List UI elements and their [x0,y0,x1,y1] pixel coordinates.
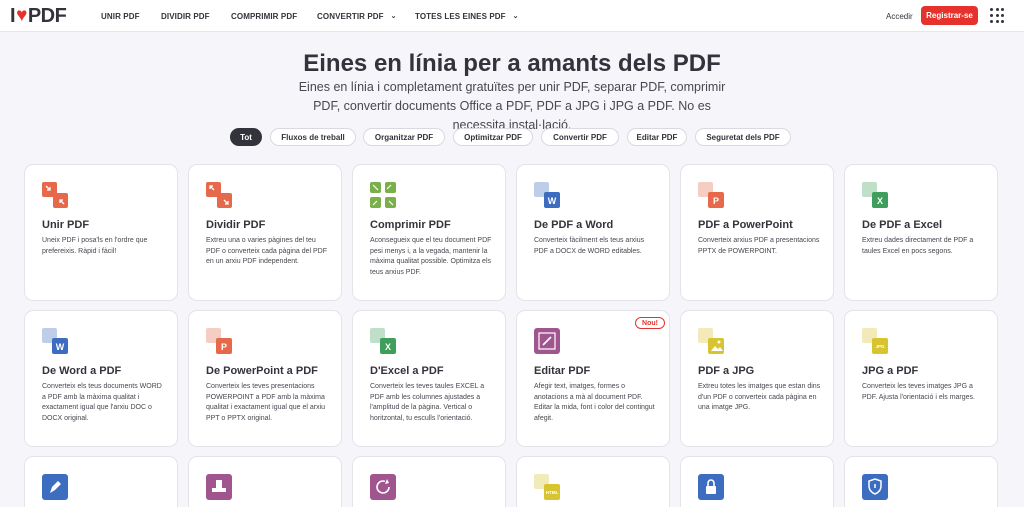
html-to-pdf-icon: HTML [533,473,561,501]
tool-card[interactable] [680,456,834,507]
tool-title: JPG a PDF [862,365,919,377]
filter-chip-5[interactable]: Convertir PDF [541,128,619,146]
tool-card[interactable]: X De PDF a Excel Extreu dades directament … [844,164,998,301]
category-filters: Tot Fluxos de treball Organitzar PDF Optimi… [0,128,1024,146]
filter-chip-7[interactable]: Seguretat dels PDF [695,128,791,146]
tool-card[interactable]: JPG JPG a PDF Converteix les teves imatges… [844,310,998,447]
svg-text:JPG: JPG [875,344,885,349]
tool-card[interactable]: Editar PDF Afegir text, imatges, formes o… [516,310,670,447]
shield-icon [861,473,889,501]
logo-text-left: I [10,4,16,27]
tool-card[interactable] [24,456,178,507]
nav-item-label: COMPRIMIR PDF [231,11,298,21]
nav-item-label: DIVIDIR PDF [161,11,210,21]
logo-text-right: PDF [27,4,67,27]
login-link[interactable]: Accedir [886,0,913,32]
rotate-icon [369,473,397,501]
tool-title: De Word a PDF [42,365,122,377]
edit-icon [533,327,561,355]
excel-to-pdf-icon: X [369,327,397,355]
word-to-pdf-icon: W [41,327,69,355]
svg-text:W: W [548,196,557,206]
heart-icon: ♥ [16,5,27,26]
nav-item-1[interactable]: UNIR PDF [101,0,140,32]
page-subtitle: Eines en línia i completament gratuïtes … [298,80,726,132]
chevron-down-icon: ⌄ [512,13,519,20]
nav-item-label: TOTES LES EINES PDF [415,11,506,21]
nav-item-label: UNIR PDF [101,11,140,21]
top-navbar: I ♥ PDF UNIR PDF DIVIDIR PDF COMPRIMIR PDF… [0,0,1024,32]
filter-chip-6[interactable]: Editar PDF [627,128,687,146]
nav-item-4[interactable]: CONVERTIR PDF ⌄ [317,0,397,32]
filter-chip-2[interactable]: Fluxos de treball [270,128,356,146]
filter-chip-4[interactable]: Optimitzar PDF [453,128,533,146]
tool-card[interactable] [844,456,998,507]
tool-title: Unir PDF [42,219,90,231]
tool-description: Converteix els teus documents WORD a PDF… [42,383,162,422]
svg-text:X: X [877,196,883,206]
tool-title: D'Excel a PDF [370,365,444,377]
merge-icon [41,181,69,209]
tool-card[interactable]: X D'Excel a PDF Converteix les teves taule… [352,310,506,447]
tool-card[interactable]: HTML [516,456,670,507]
svg-text:P: P [713,196,719,206]
chevron-down-icon: ⌄ [390,13,397,20]
jpg-to-pdf-icon: JPG [861,327,889,355]
stamp-icon [205,473,233,501]
tool-description: Aconsegueix que el teu document PDF pesi… [370,237,492,276]
svg-text:W: W [56,342,65,352]
tool-description: Converteix fàcilment els teus arxius PDF… [534,237,645,255]
tool-title: Comprimir PDF [370,219,451,231]
tool-description: Extreu una o varies pàgines del teu PDF … [206,237,328,265]
page-title: Eines en línia per a amants dels PDF [303,50,721,77]
compress-icon [369,181,397,209]
pdf-to-word-icon: W [533,181,561,209]
tool-card[interactable]: Unir PDF Uneix PDF i posa'ls en l'ordre q… [24,164,178,301]
tool-card[interactable]: Comprimir PDF Aconsegueix que el teu docu… [352,164,506,301]
tool-description: Extreu totes les imatges que estan dins … [698,383,821,411]
nav-item-2[interactable]: DIVIDIR PDF [161,0,210,32]
tool-description: Converteix arxius PDF a presentacions PP… [698,237,820,255]
tool-card[interactable]: PDF a JPG Extreu totes les imatges que es… [680,310,834,447]
nav-item-label: CONVERTIR PDF [317,11,384,21]
tool-card[interactable]: P PDF a PowerPoint Converteix arxius PDF a… [680,164,834,301]
tool-description: Extreu dades directament de PDF a taules… [862,237,974,255]
sign-icon [41,473,69,501]
tool-description: Converteix les teves imatges JPG a PDF. … [862,383,975,401]
new-badge: Nou! [635,317,665,329]
svg-text:X: X [385,342,391,352]
tool-title: De PDF a Excel [862,219,943,231]
nav-item-5[interactable]: TOTES LES EINES PDF ⌄ [415,0,519,32]
powerpoint-to-pdf-icon: P [205,327,233,355]
apps-grid-icon[interactable] [990,8,1005,23]
tool-description: Converteix les teves taules EXCEL a PDF … [370,383,485,422]
tool-title: PDF a JPG [698,365,755,377]
tool-card[interactable] [352,456,506,507]
tool-description: Converteix les teves presentacions POWER… [206,383,326,422]
filter-chip-1[interactable]: Tot [230,128,262,146]
pdf-to-jpg-icon [697,327,725,355]
tool-title: PDF a PowerPoint [698,219,793,231]
register-button[interactable]: Registrar-se [921,6,978,25]
tool-card[interactable]: P De PowerPoint a PDF Converteix les teves… [188,310,342,447]
tool-title: Dividir PDF [206,219,266,231]
tool-title: De PowerPoint a PDF [206,365,318,377]
tool-description: Uneix PDF i posa'ls en l'ordre que prefe… [42,237,148,255]
tool-card[interactable] [188,456,342,507]
svg-text:HTML: HTML [546,490,559,495]
tool-card[interactable]: W De Word a PDF Converteix els teus docume… [24,310,178,447]
ilovepdf-logo[interactable]: I ♥ PDF [10,4,67,27]
tool-card[interactable]: W De PDF a Word Converteix fàcilment els t… [516,164,670,301]
tool-description: Afegir text, imatges, formes o anotacion… [534,383,655,422]
split-icon [205,181,233,209]
tool-card[interactable]: Dividir PDF Extreu una o varies pàgines d… [188,164,342,301]
lock-icon [697,473,725,501]
tool-title: De PDF a Word [534,219,614,231]
pdf-to-powerpoint-icon: P [697,181,725,209]
svg-text:P: P [221,342,227,352]
tool-title: Editar PDF [534,365,591,377]
pdf-to-excel-icon: X [861,181,889,209]
filter-chip-3[interactable]: Organitzar PDF [363,128,445,146]
nav-item-3[interactable]: COMPRIMIR PDF [231,0,297,32]
